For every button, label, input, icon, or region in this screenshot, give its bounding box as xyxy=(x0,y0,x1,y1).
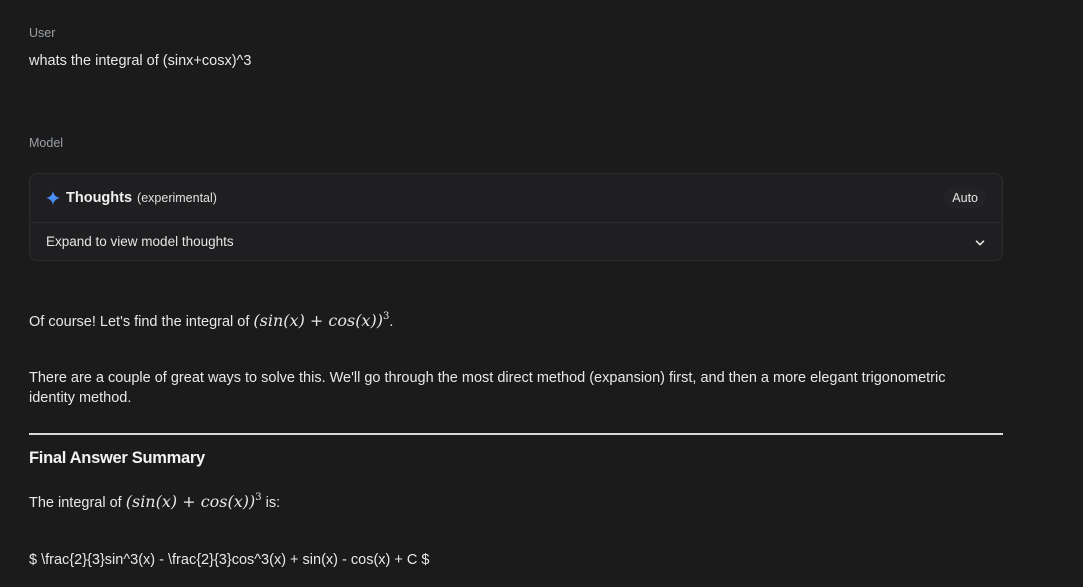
summary-statement: The integral of (sin(x) + cos(x))3 is: xyxy=(29,492,280,513)
thoughts-header: Thoughts (experimental) Auto xyxy=(30,174,1002,223)
intro-math-base: (sin(x) + cos(x)) xyxy=(253,311,383,330)
thoughts-title: Thoughts xyxy=(66,190,133,206)
thoughts-mode-button[interactable]: Auto xyxy=(944,188,986,208)
response-intro: Of course! Let's find the integral of (s… xyxy=(29,311,393,332)
summary-heading: Final Answer Summary xyxy=(29,449,205,467)
summary-suffix: is: xyxy=(261,495,281,511)
expand-thoughts-label: Expand to view model thoughts xyxy=(46,234,234,249)
intro-math: (sin(x) + cos(x))3 xyxy=(253,311,389,330)
intro-text: Of course! Let's find the integral of xyxy=(29,314,254,330)
final-answer-latex: $ \frac{2}{3}sin^3(x) - \frac{2}{3}cos^3… xyxy=(29,552,430,568)
summary-math-base: (sin(x) + cos(x)) xyxy=(125,492,256,511)
response-methods: There are a couple of great ways to solv… xyxy=(29,370,946,406)
sparkle-icon xyxy=(46,191,60,205)
expand-thoughts-button[interactable]: Expand to view model thoughts xyxy=(30,223,1002,260)
intro-suffix: . xyxy=(389,314,394,330)
chevron-down-icon[interactable] xyxy=(974,236,986,248)
thoughts-panel: Thoughts (experimental) Auto Expand to v… xyxy=(29,173,1003,261)
section-divider xyxy=(29,433,1003,435)
user-message: whats the integral of (sinx+cosx)^3 xyxy=(29,53,252,69)
chat-page: User whats the integral of (sinx+cosx)^3… xyxy=(0,0,1083,587)
user-role-label: User xyxy=(29,26,56,40)
model-role-label: Model xyxy=(29,136,64,150)
summary-text: The integral of xyxy=(29,495,126,511)
summary-math: (sin(x) + cos(x))3 xyxy=(126,492,262,511)
thoughts-subtitle: (experimental) xyxy=(137,191,217,205)
